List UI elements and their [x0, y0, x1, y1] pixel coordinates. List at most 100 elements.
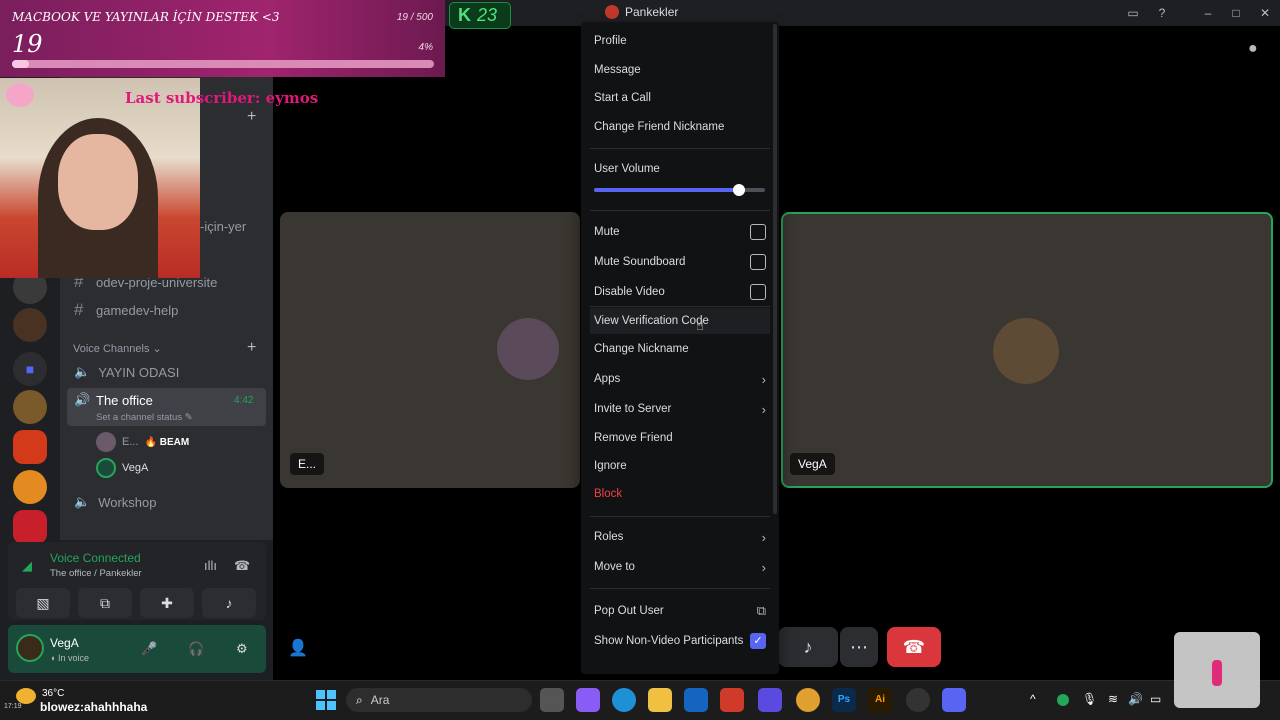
checkbox[interactable] — [750, 284, 766, 300]
inbox-icon[interactable]: ▭ — [1124, 4, 1142, 22]
server-avatar[interactable] — [13, 430, 47, 464]
add-channel-icon[interactable]: + — [247, 108, 256, 126]
menu-roles[interactable]: Roles › — [594, 524, 766, 550]
windows-start-icon[interactable] — [316, 690, 336, 710]
jar-fill — [1212, 660, 1222, 686]
server-avatar[interactable] — [13, 390, 47, 424]
add-voice-channel-icon[interactable]: + — [247, 339, 256, 357]
file-explorer-icon[interactable] — [648, 688, 672, 712]
avatar — [96, 458, 116, 478]
signal-icon: ◢ — [22, 558, 32, 573]
channel-item[interactable]: -için-yer — [200, 214, 246, 238]
taskbar-search[interactable]: ⌕ Ara — [346, 688, 532, 712]
help-icon[interactable]: ? — [1153, 4, 1171, 22]
checkbox[interactable] — [750, 224, 766, 240]
settings-icon[interactable]: ⚙ — [236, 641, 248, 657]
photoshop-icon[interactable]: Ps — [832, 688, 856, 712]
edge-icon[interactable] — [612, 688, 636, 712]
minimize-button[interactable]: – — [1199, 4, 1217, 22]
headphones-icon[interactable]: 🎧 — [188, 641, 204, 657]
voice-channel-workshop[interactable]: 🔈 Workshop — [74, 490, 156, 514]
speaker-icon: 🔈 — [74, 494, 91, 509]
microphone-icon[interactable]: 🎤 — [141, 641, 157, 657]
disconnect-icon[interactable]: ☎ — [234, 558, 250, 574]
menu-message[interactable]: Message — [594, 57, 766, 83]
goal-percent: 4% — [418, 42, 433, 53]
window-title: Pankekler — [605, 5, 678, 19]
face — [58, 134, 138, 230]
app-icon[interactable] — [758, 688, 782, 712]
chat-icon[interactable]: ● — [1248, 40, 1258, 58]
menu-move-to[interactable]: Move to › — [594, 554, 766, 580]
menu-separator — [590, 306, 770, 307]
folder-icon[interactable]: ■ — [13, 352, 47, 386]
search-icon: ⌕ — [356, 692, 363, 707]
voice-timer: 4:42 — [234, 395, 254, 406]
battery-icon[interactable]: ▭ — [1150, 692, 1161, 706]
menu-change-friend-nickname[interactable]: Change Friend Nickname — [594, 114, 766, 140]
menu-view-verification-code[interactable]: View Verification Code — [590, 308, 770, 334]
outlook-icon[interactable] — [684, 688, 708, 712]
kick-counter: K 23 — [449, 2, 511, 29]
menu-start-call[interactable]: Start a Call — [594, 85, 766, 111]
menu-change-nickname[interactable]: Change Nickname — [594, 336, 766, 362]
tray-chevron-up-icon[interactable]: ^ — [1030, 692, 1036, 706]
voice-connected-subtitle[interactable]: The office / Pankekler — [50, 568, 142, 579]
goal-progress-track — [12, 60, 434, 68]
voice-connected-label[interactable]: Voice Connected — [50, 551, 141, 565]
voice-user[interactable]: VegA — [96, 458, 148, 478]
checkbox-checked[interactable]: ✓ — [750, 633, 766, 649]
server-avatar[interactable] — [13, 470, 47, 504]
user-panel — [8, 625, 266, 673]
wifi-icon[interactable]: ≋ — [1108, 692, 1118, 706]
checkbox[interactable] — [750, 254, 766, 270]
menu-block[interactable]: Block — [594, 481, 766, 507]
tray-app-icon[interactable] — [1057, 694, 1069, 706]
weather-temp[interactable]: 36°C — [42, 688, 64, 699]
more-options-button[interactable]: ⋯ — [840, 627, 878, 667]
menu-separator — [590, 588, 770, 589]
menu-ignore[interactable]: Ignore — [594, 453, 766, 479]
menu-invite-to-server[interactable]: Invite to Server › — [594, 396, 766, 422]
menu-profile[interactable]: Profile — [594, 28, 766, 54]
video-off-button[interactable]: ▧ — [16, 588, 70, 618]
noise-suppression-icon[interactable]: ıllı — [204, 558, 217, 573]
task-view-icon[interactable] — [540, 688, 564, 712]
volume-slider-fill — [594, 188, 740, 192]
mic-tray-icon[interactable]: 🎙 — [1082, 692, 1097, 706]
avatar[interactable] — [16, 634, 44, 662]
menu-mute-soundboard[interactable]: Mute Soundboard — [594, 249, 766, 275]
channel-status-hint[interactable]: Set a channel status ✎ — [96, 412, 193, 423]
speaker-icon: 🔈 — [74, 364, 91, 379]
weather-icon[interactable] — [16, 688, 36, 704]
server-avatar[interactable] — [13, 510, 47, 544]
gmail-icon[interactable] — [720, 688, 744, 712]
illustrator-icon[interactable]: Ai — [868, 688, 892, 712]
menu-pop-out-user[interactable]: Pop Out User ⧉ — [594, 598, 766, 624]
menu-show-non-video[interactable]: Show Non-Video Participants ✓ — [594, 628, 766, 654]
add-user-icon[interactable]: 👤 — [288, 638, 308, 658]
menu-mute[interactable]: Mute — [594, 219, 766, 245]
volume-icon[interactable]: 🔊 — [1128, 692, 1143, 706]
voice-user[interactable]: E... 🔥 BEAM — [96, 432, 189, 452]
activities-button[interactable]: ✚ — [140, 588, 194, 618]
chrome-icon[interactable] — [796, 688, 820, 712]
obs-icon[interactable] — [906, 688, 930, 712]
close-button[interactable]: ✕ — [1256, 4, 1274, 22]
voice-channel-label: The office — [96, 393, 153, 408]
menu-disable-video[interactable]: Disable Video — [594, 279, 766, 305]
copilot-icon[interactable] — [576, 688, 600, 712]
menu-apps[interactable]: Apps › — [594, 366, 766, 392]
maximize-button[interactable]: □ — [1227, 4, 1245, 22]
voice-channel-yayin[interactable]: 🔈 YAYIN ODASI — [74, 360, 179, 384]
channel-item[interactable]: # gamedev-help — [74, 298, 178, 322]
menu-remove-friend[interactable]: Remove Friend — [594, 425, 766, 451]
screen-share-button[interactable]: ⧉ — [78, 588, 132, 618]
soundboard-call-button[interactable]: ♪ — [778, 627, 838, 667]
server-avatar[interactable] — [13, 308, 47, 342]
voice-category[interactable]: Voice Channels ⌄ — [73, 342, 162, 355]
hangup-button[interactable]: ☎ — [887, 627, 941, 667]
soundboard-button[interactable]: ♪ — [202, 588, 256, 618]
menu-scrollbar[interactable] — [773, 24, 777, 514]
discord-taskbar-icon[interactable] — [942, 688, 966, 712]
